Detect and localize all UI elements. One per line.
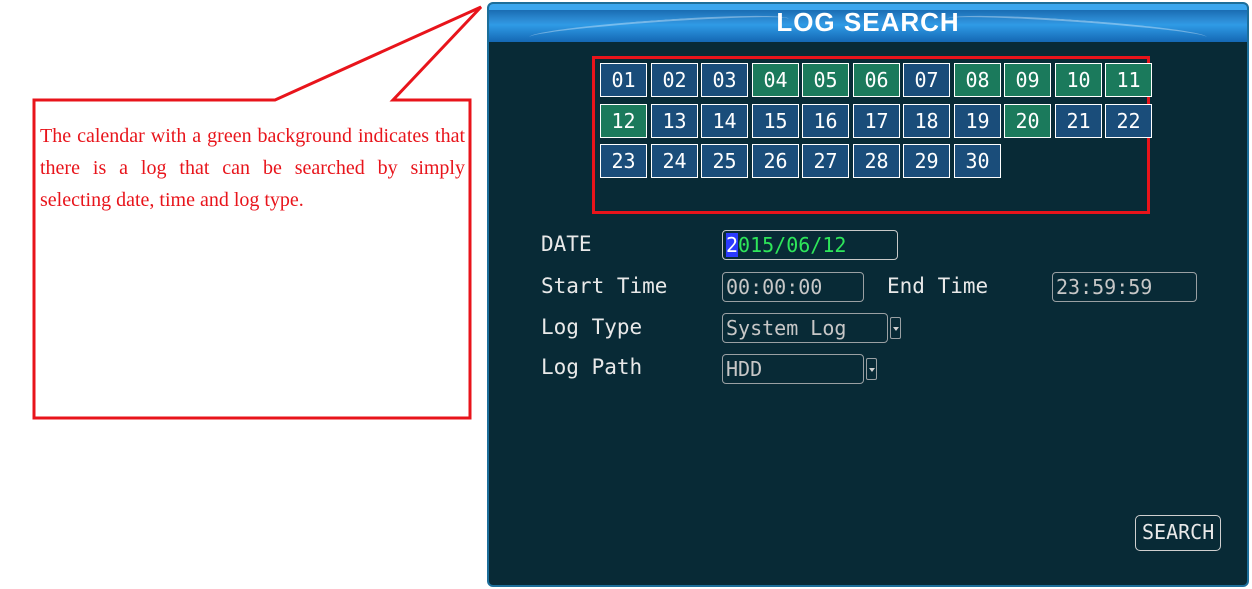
end-time-field[interactable]: 23:59:59 [1052,272,1197,302]
calendar-day-15[interactable]: 15 [752,104,799,138]
log-path-value: HDD [726,357,763,381]
calendar-day-09[interactable]: 09 [1004,63,1051,97]
calendar-day-14[interactable]: 14 [701,104,748,138]
date-value: 015/06/12 [738,233,847,257]
calendar-day-20[interactable]: 20 [1004,104,1051,138]
date-label: DATE [541,232,592,256]
end-time-label: End Time [887,274,989,298]
log-search-window: LOG SEARCH 01 02 03 04 05 06 07 08 09 10 11 12 13 14 1… [487,2,1249,587]
calendar-day-17[interactable]: 17 [853,104,900,138]
calendar-day-11[interactable]: 11 [1105,63,1152,97]
calendar-day-29[interactable]: 29 [903,144,950,178]
calendar-day-05[interactable]: 05 [802,63,849,97]
start-time-field[interactable]: 00:00:00 [722,272,864,302]
search-button[interactable]: SEARCH [1135,515,1221,551]
title-bar: LOG SEARCH [489,4,1247,46]
calendar-day-01[interactable]: 01 [600,63,647,97]
log-path-select[interactable]: HDD [722,354,877,384]
calendar-day-16[interactable]: 16 [802,104,849,138]
log-path-label: Log Path [541,355,643,379]
log-type-label: Log Type [541,315,643,339]
calendar-day-13[interactable]: 13 [651,104,698,138]
calendar-day-03[interactable]: 03 [701,63,748,97]
date-field[interactable]: 2015/06/12 [722,230,898,260]
window-title: LOG SEARCH [776,7,960,37]
log-type-dropdown-icon[interactable] [890,317,901,339]
calendar-day-26[interactable]: 26 [752,144,799,178]
calendar-day-24[interactable]: 24 [651,144,698,178]
log-path-dropdown-icon[interactable] [866,358,877,380]
log-type-select[interactable]: System Log [722,313,901,343]
calendar-day-06[interactable]: 06 [853,63,900,97]
calendar-day-02[interactable]: 02 [651,63,698,97]
start-time-label: Start Time [541,274,668,298]
calendar-day-21[interactable]: 21 [1055,104,1102,138]
calendar-day-18[interactable]: 18 [903,104,950,138]
calendar-day-19[interactable]: 19 [954,104,1001,138]
calendar-day-08[interactable]: 08 [954,63,1001,97]
calendar-day-12[interactable]: 12 [600,104,647,138]
calendar-day-04[interactable]: 04 [752,63,799,97]
calendar-day-10[interactable]: 10 [1055,63,1102,97]
calendar-day-30[interactable]: 30 [954,144,1001,178]
calendar-day-28[interactable]: 28 [853,144,900,178]
date-cursor-char: 2 [726,233,739,257]
callout-text: The calendar with a green background ind… [40,125,465,211]
calendar-day-23[interactable]: 23 [600,144,647,178]
log-type-value: System Log [726,316,847,340]
calendar-day-07[interactable]: 07 [903,63,950,97]
calendar-day-22[interactable]: 22 [1105,104,1152,138]
calendar-day-27[interactable]: 27 [802,144,849,178]
calendar-day-25[interactable]: 25 [701,144,748,178]
